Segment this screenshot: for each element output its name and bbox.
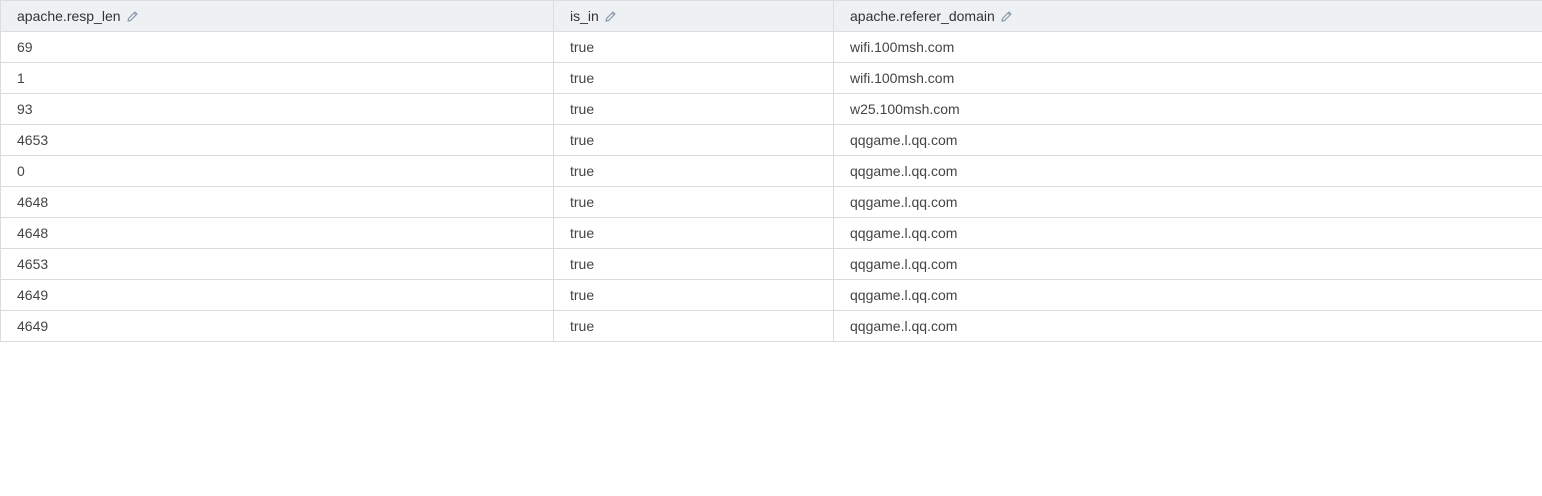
- cell-resp-len: 1: [0, 62, 554, 94]
- cell-referer-domain: qqgame.l.qq.com: [833, 279, 1542, 311]
- cell-resp-len: 4653: [0, 248, 554, 280]
- column-header-resp-len[interactable]: apache.resp_len: [0, 0, 554, 32]
- header-row: apache.resp_len is_in apache.referer_dom…: [0, 0, 1542, 32]
- cell-referer-domain: qqgame.l.qq.com: [833, 310, 1542, 342]
- pencil-edit-icon[interactable]: [126, 10, 139, 23]
- table-row: 4653 true qqgame.l.qq.com: [0, 248, 1542, 280]
- cell-resp-len: 4653: [0, 124, 554, 156]
- cell-is-in: true: [553, 248, 834, 280]
- cell-is-in: true: [553, 279, 834, 311]
- cell-resp-len: 4649: [0, 279, 554, 311]
- column-header-label: apache.referer_domain: [850, 8, 995, 24]
- cell-is-in: true: [553, 155, 834, 187]
- table-body: 69 true wifi.100msh.com 1 true wifi.100m…: [0, 31, 1542, 342]
- cell-referer-domain: qqgame.l.qq.com: [833, 155, 1542, 187]
- table-row: 4653 true qqgame.l.qq.com: [0, 124, 1542, 156]
- cell-is-in: true: [553, 124, 834, 156]
- cell-resp-len: 0: [0, 155, 554, 187]
- cell-is-in: true: [553, 93, 834, 125]
- cell-resp-len: 4649: [0, 310, 554, 342]
- cell-referer-domain: qqgame.l.qq.com: [833, 217, 1542, 249]
- results-table: apache.resp_len is_in apache.referer_dom…: [0, 0, 1542, 342]
- cell-referer-domain: wifi.100msh.com: [833, 31, 1542, 63]
- cell-resp-len: 4648: [0, 186, 554, 218]
- cell-is-in: true: [553, 310, 834, 342]
- cell-is-in: true: [553, 186, 834, 218]
- cell-is-in: true: [553, 217, 834, 249]
- cell-referer-domain: qqgame.l.qq.com: [833, 124, 1542, 156]
- table-row: 4649 true qqgame.l.qq.com: [0, 279, 1542, 311]
- pencil-edit-icon[interactable]: [604, 10, 617, 23]
- column-header-label: is_in: [570, 8, 599, 24]
- table-row: 69 true wifi.100msh.com: [0, 31, 1542, 63]
- cell-referer-domain: w25.100msh.com: [833, 93, 1542, 125]
- column-header-label: apache.resp_len: [17, 8, 121, 24]
- table-row: 1 true wifi.100msh.com: [0, 62, 1542, 94]
- table-row: 93 true w25.100msh.com: [0, 93, 1542, 125]
- cell-is-in: true: [553, 62, 834, 94]
- cell-referer-domain: qqgame.l.qq.com: [833, 186, 1542, 218]
- cell-resp-len: 93: [0, 93, 554, 125]
- column-header-is-in[interactable]: is_in: [553, 0, 834, 32]
- column-header-referer-domain[interactable]: apache.referer_domain: [833, 0, 1542, 32]
- cell-resp-len: 4648: [0, 217, 554, 249]
- table-header: apache.resp_len is_in apache.referer_dom…: [0, 0, 1542, 32]
- table-row: 4648 true qqgame.l.qq.com: [0, 186, 1542, 218]
- cell-referer-domain: wifi.100msh.com: [833, 62, 1542, 94]
- pencil-edit-icon[interactable]: [1000, 10, 1013, 23]
- cell-is-in: true: [553, 31, 834, 63]
- cell-resp-len: 69: [0, 31, 554, 63]
- cell-referer-domain: qqgame.l.qq.com: [833, 248, 1542, 280]
- table-row: 4649 true qqgame.l.qq.com: [0, 310, 1542, 342]
- table-row: 0 true qqgame.l.qq.com: [0, 155, 1542, 187]
- results-table-container: apache.resp_len is_in apache.referer_dom…: [0, 0, 1542, 342]
- table-row: 4648 true qqgame.l.qq.com: [0, 217, 1542, 249]
